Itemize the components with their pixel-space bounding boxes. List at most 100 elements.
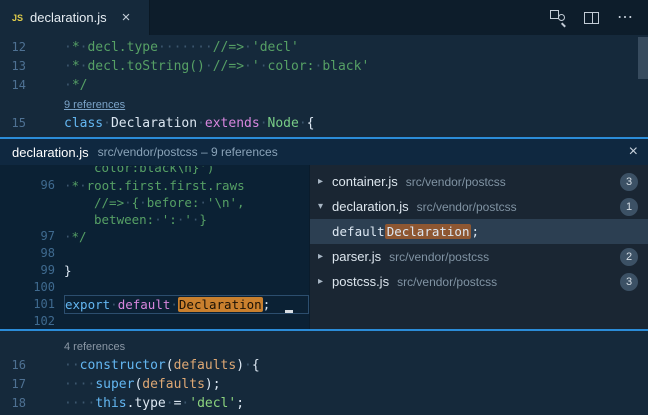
token-plain: } [64,263,72,278]
code-line: 16 ··constructor(defaults)·{ [0,356,648,375]
codelens-references-link[interactable]: 9 references [64,99,125,111]
line-content: } [64,262,309,279]
reference-file-row[interactable]: ▸container.jssrc/vendor/postcss3 [310,169,648,194]
token-ws: · [299,116,307,131]
token-kwb: export [65,297,110,312]
token-ws: · [154,212,162,227]
gutter-margin [26,95,64,114]
gutter-margin [26,375,64,394]
token-ws: ·· [64,358,80,373]
reference-file-path: src/vendor/postcss [389,250,489,264]
token-com: 'decl' [252,40,299,55]
line-number: 100 [0,279,55,296]
chevron-right-icon[interactable]: ▸ [318,276,332,287]
token-com: */ [72,229,87,244]
reference-file-row[interactable]: ▾declaration.jssrc/vendor/postcss1 [310,194,648,219]
reference-file-row[interactable]: ▸postcss.js src/vendor/postcss 3 [310,269,648,294]
code-line: 13·*·decl.toString()·//=>·'·color:·black… [0,57,648,76]
code-line: between:·':·'·} [0,211,309,228]
token-plain: ; [236,396,244,411]
gutter-margin [55,279,64,296]
editor-top-section[interactable]: 12·*·decl.type·······//=>·'decl'13·*·dec… [0,35,648,137]
line-number: 102 [0,313,55,329]
reference-count-badge: 3 [620,273,638,291]
token-com: between: [94,212,154,227]
token-ws: ······· [158,40,213,55]
reference-snippet-before: default [332,224,385,239]
token-com: color:black\n}') [94,166,214,175]
token-com: ' [184,212,192,227]
token-com: * [72,40,80,55]
line-content: export·default·Declaration; [64,295,309,314]
line-number: 17 [0,375,26,394]
line-content: 4 references [64,337,648,356]
line-content: ··constructor(defaults)·{ [64,356,648,375]
tab-declaration-js[interactable]: JS declaration.js × [0,0,150,35]
peek-header: declaration.js src/vendor/postcss – 9 re… [0,139,648,165]
token-ws: · [260,116,268,131]
split-editor-icon[interactable] [584,12,599,24]
javascript-file-icon: JS [12,13,23,23]
token-com: //=> [213,59,244,74]
line-content: //=>·{·before:·'\n', [64,194,309,211]
reference-file-name: postcss.js [332,274,389,289]
line-content: ·*·decl.toString()·//=>·'·color:·black' [64,57,648,76]
code-line: 97 ·*/ [0,228,309,245]
reference-snippet-after: ; [471,224,479,239]
line-content: class·Declaration·extends·Node·{ [64,114,648,133]
code-line: 18····this.type·=·'decl'; [0,394,648,413]
token-ws: · [79,178,87,193]
reference-file-name: parser.js [332,249,381,264]
gutter-margin [55,313,64,329]
line-number: 97 [0,228,55,245]
token-com: * [72,178,80,193]
editor-bottom-section[interactable]: 4 references16··constructor(defaults)·{1… [0,331,648,415]
token-ws: · [64,229,72,244]
line-number [0,95,26,114]
token-plain: Declaration [111,116,197,131]
token-str: 'decl' [189,396,236,411]
codelens-references-link[interactable]: 4 references [64,341,125,353]
token-plain: ( [166,358,174,373]
token-ws: · [166,396,174,411]
token-ws: · [103,116,111,131]
token-ws: · [64,78,72,93]
line-number [0,337,26,356]
chevron-right-icon[interactable]: ▸ [318,176,332,187]
lens-shape [558,14,565,21]
token-ws: · [64,178,72,193]
token-com: } [199,212,207,227]
chevron-down-icon[interactable]: ▾ [318,201,332,212]
token-type: Node [268,116,299,131]
reference-item-row[interactable]: default Declaration; [310,219,648,244]
line-number: 16 [0,356,26,375]
line-number: 12 [0,38,26,57]
gutter-margin [26,356,64,375]
tab-close-icon[interactable]: × [122,9,131,26]
open-preview-icon[interactable] [550,10,566,26]
gutter-margin [26,57,64,76]
token-kwb: this [95,396,126,411]
token-ws: · [64,59,72,74]
reference-file-path: src/vendor/postcss [397,275,497,289]
token-ws: · [139,195,147,210]
reference-file-row[interactable]: ▸parser.jssrc/vendor/postcss2 [310,244,648,269]
token-plain: ); [205,377,221,392]
reference-match-highlight: Declaration [385,224,472,239]
more-actions-icon[interactable]: ⋯ [617,13,634,23]
code-line: 101export·default·Declaration; [0,296,309,313]
peek-close-icon[interactable]: × [629,143,638,161]
token-ws: · [197,116,205,131]
reference-file-path: src/vendor/postcss [417,200,517,214]
code-line: 17····super(defaults); [0,375,648,394]
peek-code-editor[interactable]: color:black\n}')96·*·root.first.first.ra… [0,165,310,329]
peek-body: color:black\n}')96·*·root.first.first.ra… [0,165,648,329]
code-line: 100 [0,279,309,296]
token-plain: { [252,358,260,373]
token-com: decl.toString() [87,59,204,74]
chevron-right-icon[interactable]: ▸ [318,251,332,262]
peek-references-widget: declaration.js src/vendor/postcss – 9 re… [0,137,648,331]
line-content: ·*/ [64,76,648,95]
code-line: 99} [0,262,309,279]
editor-actions: ⋯ [550,0,648,35]
